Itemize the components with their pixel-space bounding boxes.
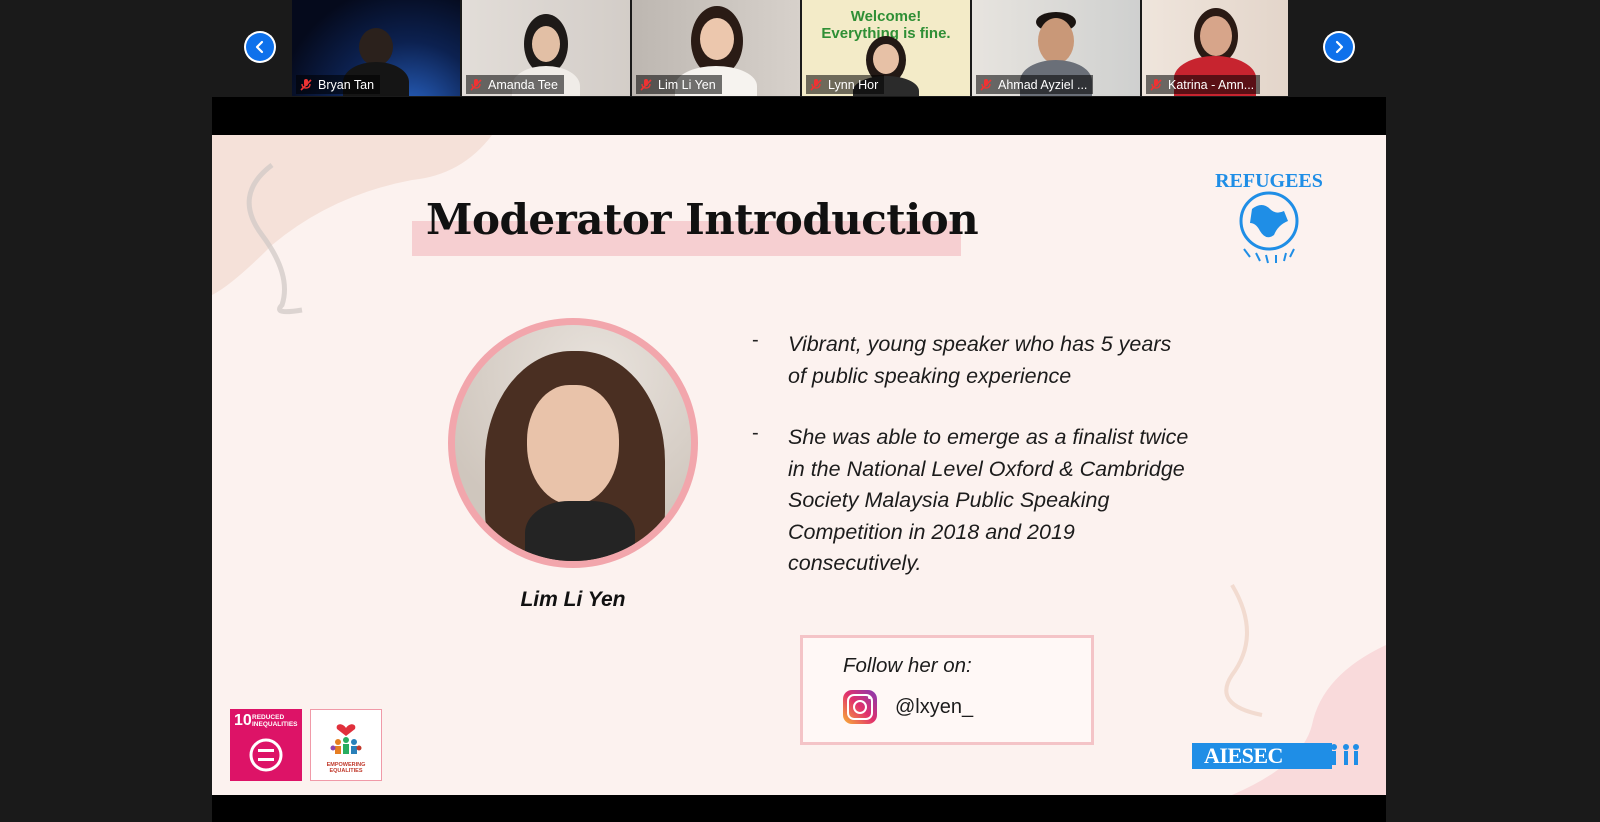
participant-name: Bryan Tan	[318, 77, 375, 92]
share-top-bar	[212, 97, 1386, 135]
participant-tile[interactable]: Amanda Tee	[462, 0, 630, 96]
bullet-text: She was able to emerge as a finalist twi…	[788, 425, 1189, 575]
participant-tile[interactable]: Lim Li Yen	[632, 0, 800, 96]
muted-mic-icon	[470, 78, 482, 91]
participant-tile[interactable]: Welcome! Everything is fine. Lynn Hor	[802, 0, 970, 96]
follow-label: Follow her on:	[843, 654, 972, 677]
chevron-left-icon	[246, 33, 274, 61]
chevron-right-icon	[1325, 33, 1353, 61]
participant-nameplate: Ahmad Ayziel ...	[976, 75, 1094, 94]
previous-page-button[interactable]	[244, 31, 276, 63]
sdg-10-badge: 10 REDUCED INEQUALITIES	[230, 709, 302, 781]
sdg-label: REDUCED INEQUALITIES	[252, 714, 298, 728]
next-page-button[interactable]	[1323, 31, 1355, 63]
moderator-name: Lim Li Yen	[520, 588, 626, 611]
muted-mic-icon	[1150, 78, 1162, 91]
shared-slide: Moderator Introduction REFUGEES Lim Li Y…	[212, 135, 1386, 795]
share-bottom-bar	[212, 795, 1386, 822]
bio-bullet: - She was able to emerge as a finalist t…	[752, 422, 1192, 580]
participant-nameplate: Lynn Hor	[806, 75, 885, 94]
refugees-logo: REFUGEES	[1215, 170, 1323, 264]
participant-name: Lynn Hor	[828, 77, 879, 92]
instagram-handle: @lxyen_	[895, 695, 974, 718]
refugees-logo-text: REFUGEES	[1215, 170, 1323, 192]
people-heart-icon	[330, 724, 362, 754]
bio-bullets: - Vibrant, young speaker who has 5 years…	[752, 329, 1192, 610]
equality-label: EMPOWERING EQUALITIES	[326, 762, 366, 774]
moderator-photo	[455, 325, 691, 561]
participant-nameplate: Bryan Tan	[296, 75, 381, 94]
muted-mic-icon	[980, 78, 992, 91]
participant-nameplate: Lim Li Yen	[636, 75, 722, 94]
participant-name: Amanda Tee	[488, 77, 558, 92]
participant-nameplate: Katrina - Amn...	[1146, 75, 1261, 94]
instagram-row: @lxyen_	[843, 690, 973, 724]
muted-mic-icon	[640, 78, 652, 91]
bio-bullet: - Vibrant, young speaker who has 5 years…	[752, 329, 1192, 392]
participant-name: Ahmad Ayziel ...	[998, 77, 1088, 92]
bullet-marker: -	[752, 422, 759, 444]
bullet-marker: -	[752, 329, 759, 351]
moderator-photo-frame	[448, 318, 698, 568]
muted-mic-icon	[300, 78, 312, 91]
participant-name: Lim Li Yen	[658, 77, 716, 92]
empowering-equalities-logo: EMPOWERING EQUALITIES	[310, 709, 382, 781]
participant-nameplate: Amanda Tee	[466, 75, 564, 94]
slide-title: Moderator Introduction	[426, 195, 979, 244]
instagram-icon	[843, 690, 877, 724]
participant-name: Katrina - Amn...	[1168, 77, 1255, 92]
equality-symbol-icon	[249, 738, 283, 772]
participant-tile[interactable]: Katrina - Amn...	[1142, 0, 1288, 96]
aiesec-people-icon	[1307, 744, 1359, 765]
aiesec-logo-text: AIESEC	[1204, 743, 1283, 768]
muted-mic-icon	[810, 78, 822, 91]
follow-box: Follow her on: @lxyen_	[800, 635, 1094, 745]
participant-tile[interactable]: Bryan Tan	[292, 0, 460, 96]
sdg-number: 10	[234, 712, 252, 729]
bullet-text: Vibrant, young speaker who has 5 years o…	[788, 332, 1172, 388]
participant-tile[interactable]: Ahmad Ayziel ...	[972, 0, 1140, 96]
participant-strip: Bryan Tan Amanda Tee Lim Li Yen Welcome!…	[0, 0, 1600, 96]
slide-title-block: Moderator Introduction	[412, 185, 979, 256]
